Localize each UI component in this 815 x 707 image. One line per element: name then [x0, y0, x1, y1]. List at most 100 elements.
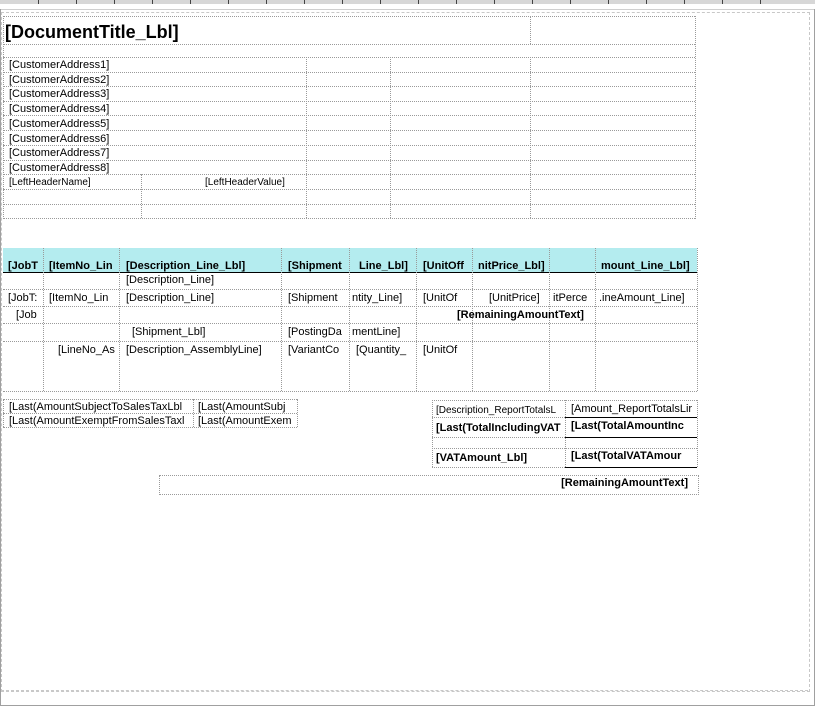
- ruler-tick: [570, 0, 571, 4]
- grid-line: [595, 248, 596, 391]
- grid-line: [141, 174, 142, 218]
- grid-line: [3, 72, 695, 73]
- customer-address-7: [CustomerAddress7]: [9, 147, 110, 159]
- grid-line: [349, 248, 350, 391]
- grid-line: [530, 16, 531, 44]
- ruler-tick: [722, 0, 723, 4]
- grid-line: [3, 323, 697, 324]
- ruler-tick: [38, 0, 39, 4]
- left-header-name: [LeftHeaderName]: [9, 177, 91, 188]
- amount-exempt-from-sales-tax-label: [Last(AmountExemptFromSalesTaxl: [9, 415, 185, 427]
- left-header-value: [LeftHeaderValue]: [205, 177, 285, 188]
- footer-remaining-amount-text: [RemainingAmountText]: [561, 477, 688, 489]
- grid-line: [3, 391, 697, 392]
- vat-amount-label: [VATAmount_Lbl]: [436, 452, 528, 464]
- ruler-tick: [76, 0, 77, 4]
- ruler-tick: [380, 0, 381, 4]
- grid-line: [3, 160, 695, 161]
- grid-line: [306, 57, 307, 218]
- shipment-line: mentLine]: [352, 326, 401, 338]
- ruler-tick: [114, 0, 115, 4]
- remaining-amount-text: [RemainingAmountText]: [457, 309, 584, 321]
- cell-unit-price: [UnitPrice]: [489, 292, 540, 304]
- grid-line: [281, 248, 282, 391]
- posting-date: [PostingDa: [288, 326, 342, 338]
- grid-line: [565, 400, 566, 467]
- description-line: [Description_Line]: [126, 274, 215, 286]
- grid-line: [3, 399, 297, 400]
- totals-top-rule: [565, 417, 697, 418]
- grid-line: [3, 189, 695, 190]
- totals-bottom-rule: [565, 467, 697, 468]
- col-header-job: [JobT: [8, 260, 38, 272]
- grid-line: [697, 248, 698, 391]
- customer-address-5: [CustomerAddress5]: [9, 118, 110, 130]
- cell-unit-of-measure: [UnitOf: [423, 292, 458, 304]
- cell-item-no: [ItemNo_Lin: [49, 292, 109, 304]
- cell-description: [Description_Line]: [126, 292, 215, 304]
- ruler-tick: [152, 0, 153, 4]
- ruler-tick: [190, 0, 191, 4]
- grid-line: [193, 399, 194, 427]
- col-header-shipment: [Shipment: [288, 260, 342, 272]
- ruler-tick: [608, 0, 609, 4]
- assembly-unit-of-measure: [UnitOf: [423, 344, 458, 356]
- grid-line: [390, 57, 391, 218]
- customer-address-3: [CustomerAddress3]: [9, 88, 110, 100]
- total-amount-including-vat: [Last(TotalAmountInc: [571, 420, 684, 432]
- assembly-line-no: [LineNo_As: [58, 344, 115, 356]
- ruler-tick: [266, 0, 267, 4]
- grid-line: [3, 341, 697, 342]
- cell-shipment: [Shipment: [288, 292, 338, 304]
- assembly-description: [Description_AssemblyLine]: [126, 344, 262, 356]
- grid-line: [43, 248, 44, 391]
- description-report-totals-label: [Description_ReportTotalsL: [436, 405, 557, 416]
- ruler-tick: [760, 0, 761, 4]
- grid-line: [695, 16, 696, 219]
- cell-job-row: [Job: [16, 309, 37, 321]
- ruler-tick: [228, 0, 229, 4]
- customer-address-1: [CustomerAddress1]: [9, 59, 110, 71]
- amount-subject-to-sales-tax-label: [Last(AmountSubjectToSalesTaxLbl: [9, 401, 183, 413]
- grid-line: [3, 57, 695, 58]
- cell-quantity: ntity_Line]: [352, 292, 403, 304]
- ruler-tick: [456, 0, 457, 4]
- customer-address-4: [CustomerAddress4]: [9, 103, 110, 115]
- customer-address-8: [CustomerAddress8]: [9, 162, 110, 174]
- totals-mid-rule: [565, 437, 697, 438]
- document-title: [DocumentTitle_Lbl]: [5, 22, 179, 42]
- grid-line: [3, 16, 695, 17]
- grid-line: [3, 399, 4, 427]
- grid-line: [3, 306, 697, 307]
- ruler-tick: [304, 0, 305, 4]
- ruler-tick: [684, 0, 685, 4]
- grid-line: [432, 400, 433, 467]
- grid-line: [3, 204, 695, 205]
- ruler-tick: [418, 0, 419, 4]
- ruler-tick: [532, 0, 533, 4]
- total-including-vat-label: [Last(TotalIncludingVAT: [436, 422, 561, 434]
- shipment-label: [Shipment_Lbl]: [132, 326, 206, 338]
- col-header-item-no: [ItemNo_Lin: [49, 260, 113, 272]
- col-header-description: [Description_Line_Lbl]: [126, 260, 246, 272]
- grid-line: [297, 399, 298, 427]
- amount-exempt-from-sales-tax-value: [Last(AmountExem: [198, 415, 292, 427]
- cell-discount: itPerce: [553, 292, 588, 304]
- col-header-line-amount: mount_Line_Lbl]: [601, 260, 690, 272]
- grid-line: [530, 57, 531, 218]
- amount-subject-to-sales-tax-value: [Last(AmountSubj: [198, 401, 286, 413]
- ruler-bar: [0, 0, 815, 4]
- customer-address-2: [CustomerAddress2]: [9, 74, 110, 86]
- col-header-unit-of-measure: [UnitOff: [423, 260, 464, 272]
- grid-line: [3, 289, 697, 290]
- customer-address-6: [CustomerAddress6]: [9, 133, 110, 145]
- col-header-quantity: Line_Lbl]: [359, 260, 408, 272]
- grid-line: [3, 44, 695, 45]
- page-footer-separator: [1, 690, 808, 691]
- col-header-unit-price: nitPrice_Lbl]: [478, 260, 545, 272]
- grid-line: [697, 400, 698, 467]
- grid-line: [3, 218, 695, 219]
- cell-line-amount: .ineAmount_Line]: [599, 292, 685, 304]
- grid-line: [3, 101, 695, 102]
- grid-line: [432, 437, 565, 438]
